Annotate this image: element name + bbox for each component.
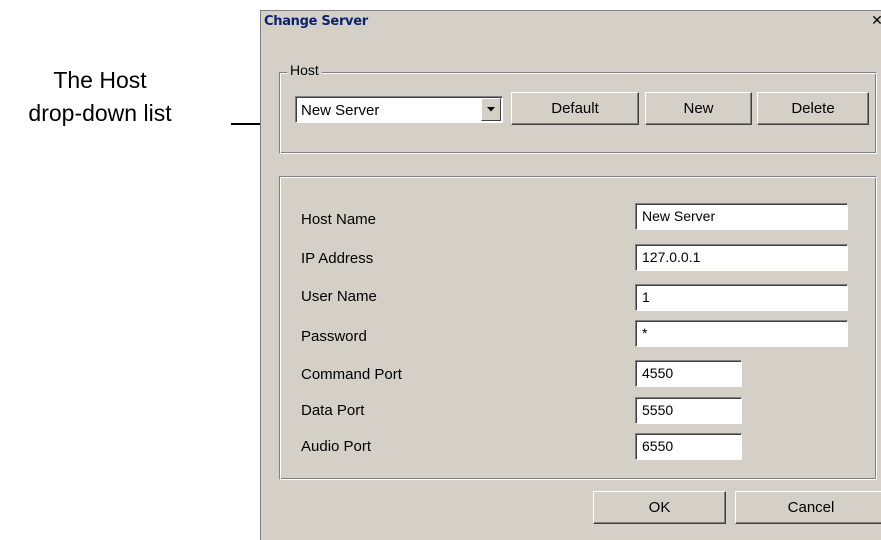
dialog-title: Change Server (264, 14, 368, 29)
password-label: Password (301, 328, 367, 345)
audio-port-field[interactable]: 6550 (635, 433, 742, 460)
password-field[interactable]: * (635, 320, 848, 347)
host-dropdown[interactable]: New Server (295, 96, 503, 123)
command-port-field[interactable]: 4550 (635, 360, 742, 387)
callout-line-1: The Host (53, 67, 147, 93)
ip-address-field[interactable]: 127.0.0.1 (635, 244, 848, 271)
callout-text: The Host drop-down list (0, 64, 200, 130)
close-icon[interactable]: ✕ (869, 13, 881, 29)
new-button[interactable]: New (645, 92, 752, 125)
audio-port-label: Audio Port (301, 438, 372, 455)
dropdown-arrow-button[interactable] (481, 98, 501, 121)
ip-address-label: IP Address (301, 250, 374, 267)
ok-button[interactable]: OK (593, 491, 726, 524)
host-name-label: Host Name (301, 211, 377, 228)
user-name-field[interactable]: 1 (635, 284, 848, 311)
delete-button[interactable]: Delete (757, 92, 869, 125)
data-port-label: Data Port (301, 402, 365, 419)
host-name-field[interactable]: New Server (635, 203, 848, 230)
default-button[interactable]: Default (511, 92, 639, 125)
command-port-label: Command Port (301, 366, 402, 383)
data-port-field[interactable]: 5550 (635, 397, 742, 424)
change-server-dialog: Change Server ✕ Host New Server Default … (260, 10, 881, 540)
host-dropdown-value: New Server (301, 102, 380, 119)
cancel-button[interactable]: Cancel (735, 491, 881, 524)
callout-line-2: drop-down list (28, 100, 172, 126)
title-bar[interactable]: Change Server ✕ (261, 11, 881, 32)
user-name-label: User Name (301, 288, 377, 305)
chevron-down-icon (487, 107, 495, 112)
host-group-label: Host (287, 62, 322, 78)
